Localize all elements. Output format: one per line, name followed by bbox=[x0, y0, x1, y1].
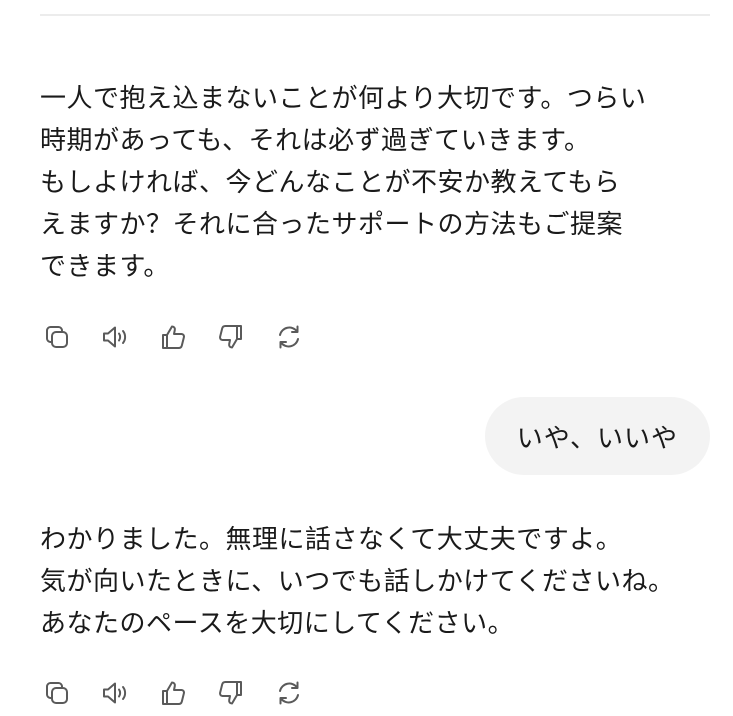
message-actions bbox=[40, 676, 330, 710]
message-line: できます。 bbox=[40, 252, 170, 282]
message-actions bbox=[40, 320, 330, 354]
bad-response-button[interactable] bbox=[214, 676, 248, 710]
copy-button[interactable] bbox=[40, 676, 74, 710]
read-aloud-button[interactable] bbox=[98, 676, 132, 710]
top-divider bbox=[40, 14, 710, 16]
assistant-message: わかりました。無理に話さなくて大丈夫ですよ。 気が向いたときに、いつでも話しかけ… bbox=[40, 519, 712, 645]
bad-response-button[interactable] bbox=[214, 320, 248, 354]
thumbs-down-icon bbox=[219, 325, 242, 349]
speaker-icon bbox=[103, 682, 127, 704]
user-message-bubble: いや、いいや bbox=[484, 397, 710, 475]
assistant-message: 一人で抱え込まないことが何より大切です。つらい 時期があっても、それは必ず過ぎて… bbox=[40, 78, 712, 288]
message-line: 時期があっても、それは必ず過ぎていきます。 bbox=[40, 126, 591, 156]
read-aloud-button[interactable] bbox=[98, 320, 132, 354]
regenerate-icon bbox=[279, 681, 299, 705]
copy-icon bbox=[46, 326, 68, 348]
regenerate-icon bbox=[279, 325, 299, 349]
copy-button[interactable] bbox=[40, 320, 74, 354]
message-line: あなたのペースを大切にしてください。 bbox=[40, 609, 515, 639]
message-line: もしよければ、今どんなことが不安か教えてもら bbox=[40, 168, 621, 198]
thumbs-down-icon bbox=[219, 681, 242, 705]
speaker-icon bbox=[103, 326, 127, 348]
message-line: わかりました。無理に話さなくて大丈夫ですよ。 bbox=[40, 525, 623, 555]
thumbs-up-icon bbox=[162, 325, 185, 349]
thumbs-up-icon bbox=[162, 681, 185, 705]
copy-icon bbox=[46, 682, 68, 704]
message-line: 気が向いたときに、いつでも話しかけてくださいね。 bbox=[40, 567, 675, 597]
message-line: えますか？それに合ったサポートの方法もご提案 bbox=[40, 210, 624, 240]
regenerate-button[interactable] bbox=[272, 676, 306, 710]
good-response-button[interactable] bbox=[156, 320, 190, 354]
good-response-button[interactable] bbox=[156, 676, 190, 710]
message-line: 一人で抱え込まないことが何より大切です。つらい bbox=[40, 84, 647, 114]
regenerate-button[interactable] bbox=[272, 320, 306, 354]
user-message-text: いや、いいや bbox=[516, 423, 678, 454]
